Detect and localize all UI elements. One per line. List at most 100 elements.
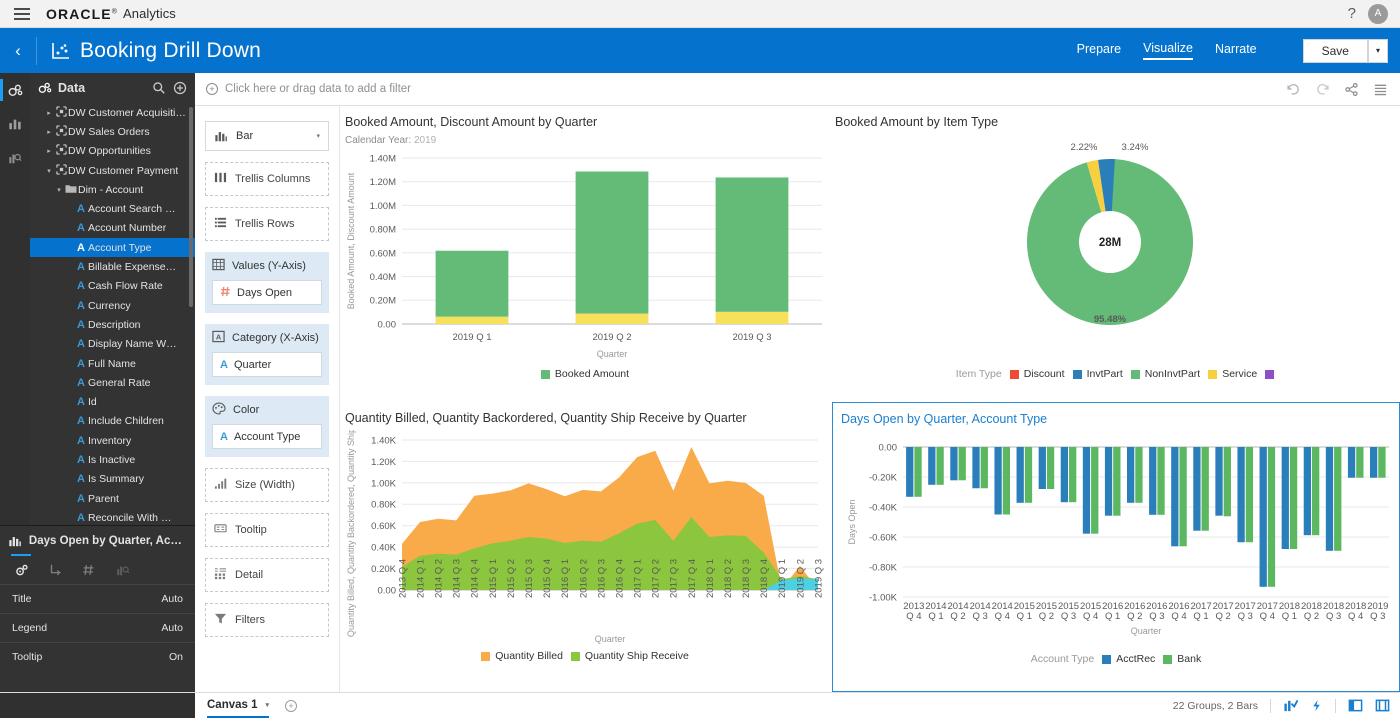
legend-item[interactable]: NonInvtPart [1130,368,1200,380]
bar-bank[interactable] [958,447,966,481]
chevron-down-icon[interactable]: ▾ [266,701,270,709]
shelf-trellis-columns[interactable]: Trellis Columns [205,162,329,196]
shelf-pill[interactable]: Days Open [212,280,322,305]
data-tree-item[interactable]: A Billable Expense… [30,257,195,276]
data-tree-item[interactable]: A Include Children [30,412,195,431]
data-tree-item[interactable]: ▾ DW Customer Payment [30,161,195,180]
shelf-category-x-axis[interactable]: A Category (X-Axis) A Quarter [205,324,329,385]
search-icon[interactable] [152,81,166,95]
property-row[interactable]: Legend Auto [0,613,195,642]
bar-bank[interactable] [1113,447,1121,516]
data-tree-item[interactable]: A General Rate [30,373,195,392]
bar-acctrec[interactable] [1104,447,1113,516]
back-icon[interactable]: ‹ [0,28,36,73]
bar-booked-amount[interactable] [435,250,509,317]
bar-acctrec[interactable] [1370,447,1378,478]
bar-acctrec[interactable] [972,447,980,489]
bar-bank[interactable] [1356,447,1364,478]
shelf-filters[interactable]: Filters [205,603,329,637]
data-tree-item[interactable]: A Inventory [30,431,195,450]
tab-axis[interactable] [40,558,70,582]
data-tree-item[interactable]: A Parent [30,489,195,508]
tab-narrate[interactable]: Narrate [1215,42,1257,59]
bar-bank[interactable] [1046,447,1055,489]
bar-acctrec[interactable] [1016,447,1024,503]
viz-booked-amount-by-item-type[interactable]: Booked Amount by Item Type 95.48% 2.22% 3.… [830,106,1400,402]
viz3-legend[interactable]: Quantity Billed Quantity Ship Receive [340,650,830,662]
bar-bank[interactable] [1289,447,1298,549]
viz1-legend[interactable]: Booked Amount [340,368,830,380]
avatar[interactable]: A [1368,3,1388,24]
legend-item[interactable]: Booked Amount [540,368,629,380]
rail-item-data[interactable] [0,73,30,107]
viz-days-open-by-quarter-account-type[interactable]: Days Open by Quarter, Account Type 0.00 -… [832,402,1400,692]
bar-acctrec[interactable] [1193,447,1201,531]
data-tree-item[interactable]: A Is Inactive [30,450,195,469]
add-filter-icon[interactable]: + [206,83,218,95]
data-tree-item[interactable]: ▸ DW Customer Acquisiti… [30,103,195,122]
legend-item[interactable]: Service [1208,368,1257,380]
menu-icon[interactable] [1373,82,1388,97]
rail-item-visualizations[interactable] [0,107,30,141]
data-tree-item[interactable]: A Account Number [30,219,195,238]
bar-discount-amount[interactable] [435,316,509,324]
bar-bank[interactable] [1223,447,1231,517]
viz-type-selector[interactable]: Bar ▾ [205,121,329,151]
property-value[interactable]: Auto [161,593,183,605]
expand-arrow-icon[interactable]: ▸ [44,147,54,155]
viz2-legend[interactable]: Item Type Discount InvtPart NonInvtPart Serv… [830,368,1400,380]
flash-icon[interactable] [1310,698,1323,713]
expand-arrow-icon[interactable]: ▸ [44,128,54,136]
data-tree-item[interactable]: A Description [30,315,195,334]
data-tree[interactable]: ▸ DW Customer Acquisiti… ▸ DW Sales Orders ▸… [30,103,195,521]
data-tree-item[interactable]: A Full Name [30,354,195,373]
bar-acctrec[interactable] [1127,447,1135,503]
bar-bank[interactable] [1157,447,1165,515]
shelf-values-y-axis[interactable]: Values (Y-Axis) Days Open [205,252,329,313]
bar-bank[interactable] [914,447,922,497]
data-tree-item[interactable]: ▸ DW Sales Orders [30,122,195,141]
property-row[interactable]: Title Auto [0,584,195,613]
bar-bank[interactable] [1179,447,1187,547]
canvas-tab[interactable]: Canvas 1 ▾ [207,693,270,718]
shelf-detail[interactable]: Detail [205,558,329,592]
property-value[interactable]: On [169,651,183,663]
bar-bank[interactable] [1334,447,1342,551]
bar-booked-amount[interactable] [715,177,789,312]
bar-acctrec[interactable] [928,447,936,485]
property-row[interactable]: Tooltip On [0,642,195,671]
bar-acctrec[interactable] [994,447,1002,515]
bar-bank[interactable] [1312,447,1320,536]
viz-booked-discount-by-quarter[interactable]: Booked Amount, Discount Amount by Quarte… [340,106,830,402]
bar-acctrec[interactable] [1281,447,1289,549]
viz4-plot[interactable]: 0.00-0.20K-0.40K-0.60K-0.80K-1.00K2013Q … [833,429,1399,654]
bar-bank[interactable] [1245,447,1254,543]
viz2-plot[interactable]: 95.48% 2.22% 3.24% 28M [830,132,1400,362]
tab-analytics[interactable] [108,558,138,582]
split-panel-icon[interactable] [1375,698,1390,713]
shelf-color[interactable]: Color A Account Type [205,396,329,457]
bar-acctrec[interactable] [1237,447,1245,543]
viz3-plot[interactable]: 0.00 0.20K 0.40K 0.60K 0.80K 1.00K 1.20K 1.40K 2… [340,430,830,648]
legend-item[interactable]: Quantity Billed [481,650,563,662]
bar-bank[interactable] [1024,447,1033,503]
help-icon[interactable]: ? [1348,5,1356,22]
bar-acctrec[interactable] [1259,447,1267,587]
bar-acctrec[interactable] [950,447,958,481]
data-tree-item[interactable]: A Is Summary [30,470,195,489]
bar-bank[interactable] [980,447,988,489]
add-canvas-icon[interactable]: + [285,699,298,712]
legend-item[interactable]: Quantity Ship Receive [570,650,689,662]
rail-item-analytics[interactable] [0,141,30,175]
legend-item[interactable]: AcctRec [1102,653,1155,665]
bar-acctrec[interactable] [1082,447,1091,534]
hamburger-icon[interactable] [14,7,30,20]
data-tree-item[interactable]: A Account Type [30,238,195,258]
shelf-pill[interactable]: A Quarter [212,352,322,377]
bar-acctrec[interactable] [906,447,914,497]
expand-arrow-icon[interactable]: ▾ [54,186,64,194]
data-tree-item[interactable]: A Display Name W… [30,335,195,354]
data-tree-item[interactable]: A Cash Flow Rate [30,277,195,296]
shelf-pill[interactable]: A Account Type [212,424,322,449]
viz1-plot[interactable]: 0.00 0.20M 0.40M 0.60M 0.80M 1.00M 1.20M 1.40M 2… [340,148,830,366]
